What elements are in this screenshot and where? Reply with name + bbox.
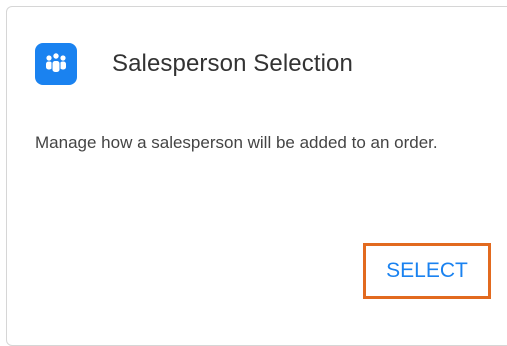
card-title: Salesperson Selection — [112, 50, 353, 77]
select-button[interactable]: SELECT — [363, 243, 491, 299]
card-description: Manage how a salesperson will be added t… — [35, 133, 438, 152]
card-header: Salesperson Selection — [35, 43, 353, 85]
salesperson-selection-card: Salesperson Selection Manage how a sales… — [6, 6, 507, 346]
team-people-icon — [35, 43, 77, 85]
